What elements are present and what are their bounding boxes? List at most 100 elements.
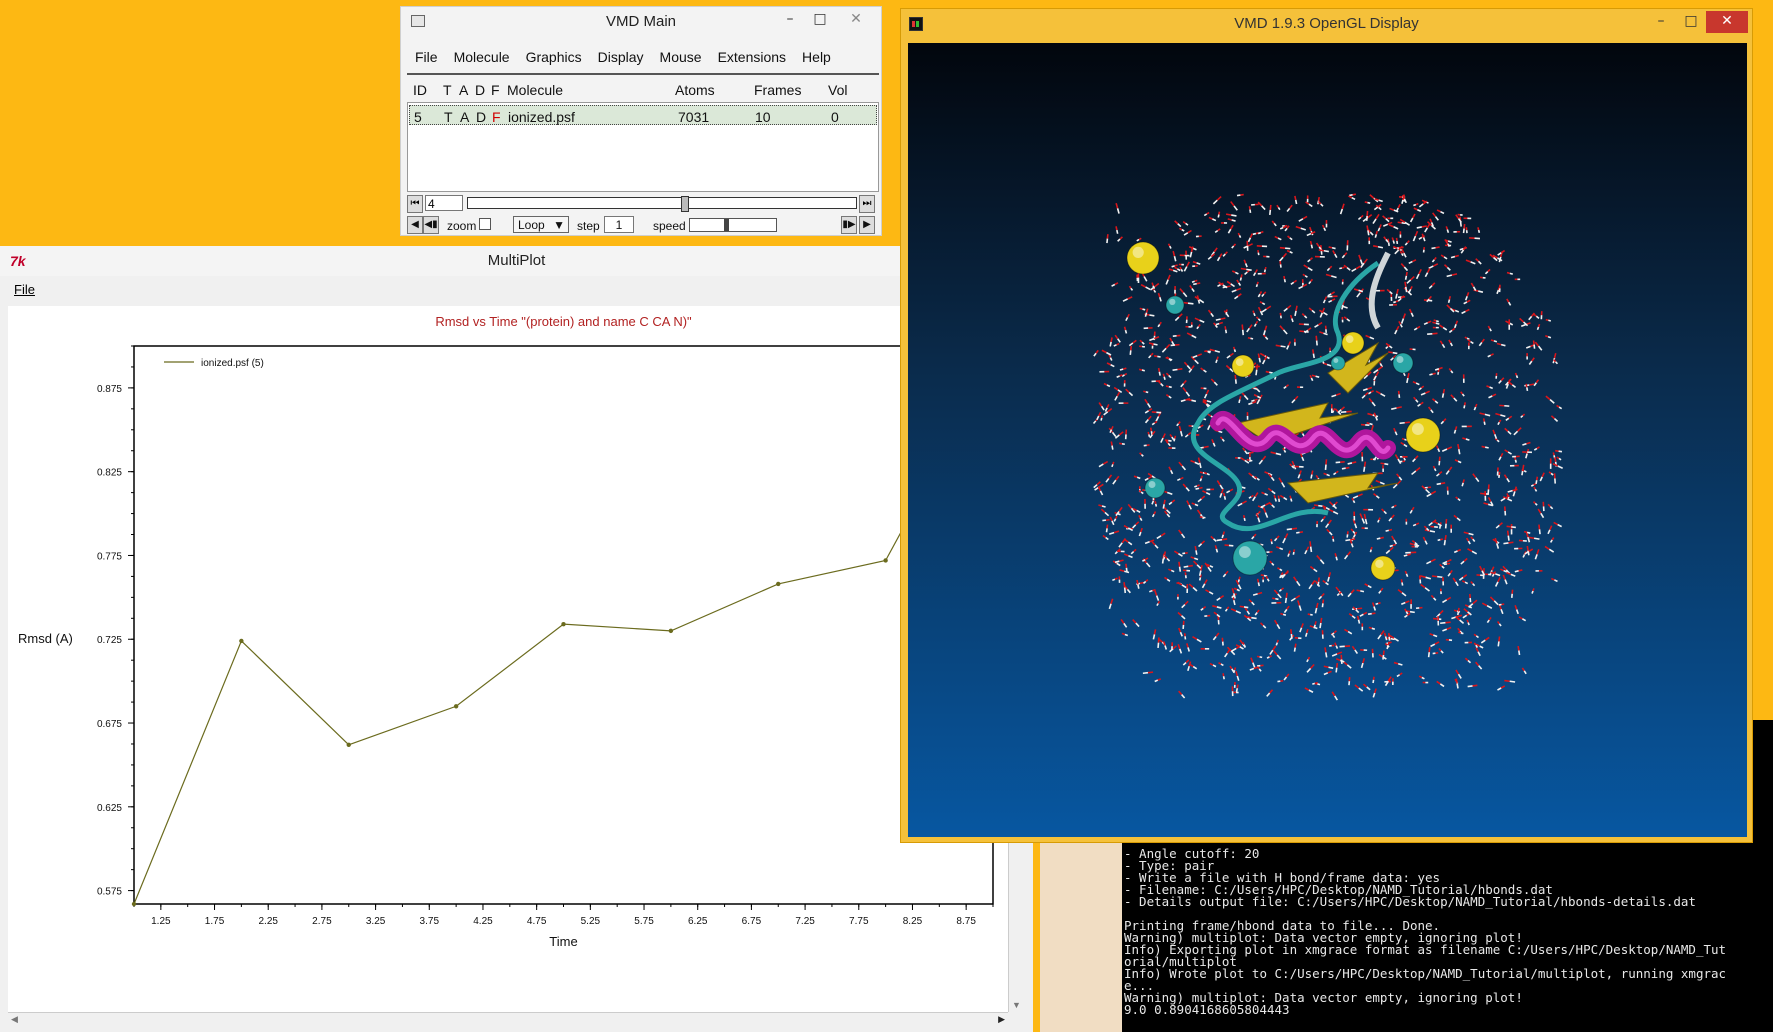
water-bond [1424,540,1428,545]
menu-graphics[interactable]: Graphics [526,49,582,65]
step-forward-icon[interactable]: ▮▶ [841,216,857,234]
water-bond [1153,355,1158,358]
scroll-right-icon[interactable]: ▶ [998,1014,1005,1025]
step-input[interactable]: 1 [604,216,634,233]
frame-number-input[interactable]: 4 [425,195,463,211]
water-bond [1396,674,1401,678]
water-bond [1165,372,1170,376]
water-bond [1506,477,1510,483]
maximize-button[interactable]: □ [1676,11,1706,33]
water-bond [1235,688,1239,693]
menu-mouse[interactable]: Mouse [660,49,702,65]
step-back-icon[interactable]: ◀▮ [423,216,439,234]
water-bond [1441,393,1445,398]
frame-slider-thumb[interactable] [681,196,690,212]
frame-slider[interactable] [467,196,857,212]
water-bond [1458,449,1461,455]
water-bond [1467,685,1473,688]
water-bond [1301,313,1306,317]
water-bond [1179,288,1184,294]
water-bond [1464,296,1468,301]
maximize-button[interactable]: □ [805,9,835,31]
water-bond [1324,647,1327,653]
play-forward-icon[interactable]: ▶ [859,216,875,234]
water-bond [1383,632,1387,637]
water-bond [1215,318,1221,321]
water-bond [1222,531,1226,535]
water-bond [1273,650,1278,656]
water-bond [1269,209,1272,215]
speed-slider-thumb[interactable] [723,219,729,231]
col-f: F [491,82,500,98]
water-bond [1221,534,1225,539]
water-bond [1551,537,1555,541]
mol-top-flag[interactable]: T [444,109,453,125]
mol-name: ionized.psf [508,109,575,125]
menu-extensions[interactable]: Extensions [718,49,786,65]
water-bond [1399,323,1403,328]
water-bond [1522,413,1526,417]
water-bond [1460,632,1464,635]
menu-molecule[interactable]: Molecule [454,49,510,65]
scroll-left-icon[interactable]: ◀ [11,1014,18,1025]
water-bond [1273,619,1278,625]
menu-display[interactable]: Display [598,49,644,65]
water-bond [1508,541,1514,544]
minimize-button[interactable]: – [775,9,805,31]
x-tick-label: 7.75 [849,916,869,927]
water-bond [1506,493,1509,497]
water-bond [1218,321,1224,325]
water-bond [1486,619,1490,624]
last-frame-icon[interactable]: ⏭ [859,195,875,213]
water-bond [1489,386,1494,390]
water-bond [1446,558,1452,563]
opengl-viewport[interactable] [908,43,1747,837]
water-bond [1432,372,1436,375]
water-bond [1289,204,1293,209]
water-bond [1415,382,1420,386]
water-bond [1100,415,1104,419]
water-bond [1504,679,1510,683]
water-bond [1558,406,1563,410]
x-tick-label: 7.25 [795,916,815,927]
speed-slider[interactable] [689,218,777,232]
file-menu[interactable]: File [14,282,35,297]
horizontal-scrollbar[interactable]: ◀ ▶ [8,1012,1008,1029]
loop-select[interactable]: Loop ▼ [513,216,569,233]
mol-fixed-flag[interactable]: F [492,109,501,125]
water-bond [1199,319,1205,323]
water-bond [1259,656,1263,659]
minimize-button[interactable]: – [1646,11,1676,33]
menu-help[interactable]: Help [802,49,831,65]
water-bond [1270,476,1275,482]
water-bond [1540,512,1545,519]
water-bond [1231,219,1236,222]
water-bond [1224,329,1228,334]
water-bond [1447,299,1451,304]
water-bond [1346,267,1351,271]
water-bond [1536,549,1540,555]
water-bond [1317,683,1321,686]
mol-active-flag[interactable]: A [460,109,469,125]
close-button[interactable]: ✕ [835,9,877,31]
water-bond [1455,669,1460,675]
close-button[interactable]: ✕ [1706,11,1748,33]
water-bond [1270,538,1273,542]
water-bond [1182,661,1187,666]
water-bond [1397,458,1402,465]
water-bond [1101,349,1107,354]
play-reverse-icon[interactable]: ◀ [407,216,423,234]
water-bond [1174,316,1180,322]
water-bond [1498,419,1502,423]
first-frame-icon[interactable]: ⏮ [407,195,423,213]
mol-drawn-flag[interactable]: D [476,109,486,125]
water-bond [1189,285,1193,290]
zoom-checkbox[interactable] [479,218,491,230]
menu-file[interactable]: File [415,49,438,65]
water-bond [1328,531,1333,536]
water-bond [1479,645,1484,649]
water-bond [1122,367,1127,370]
molecule-row[interactable]: 5 T A D F ionized.psf 7031 10 0 [409,105,877,125]
water-bond [1314,682,1318,685]
scroll-down-icon[interactable]: ▼ [1012,1000,1021,1010]
